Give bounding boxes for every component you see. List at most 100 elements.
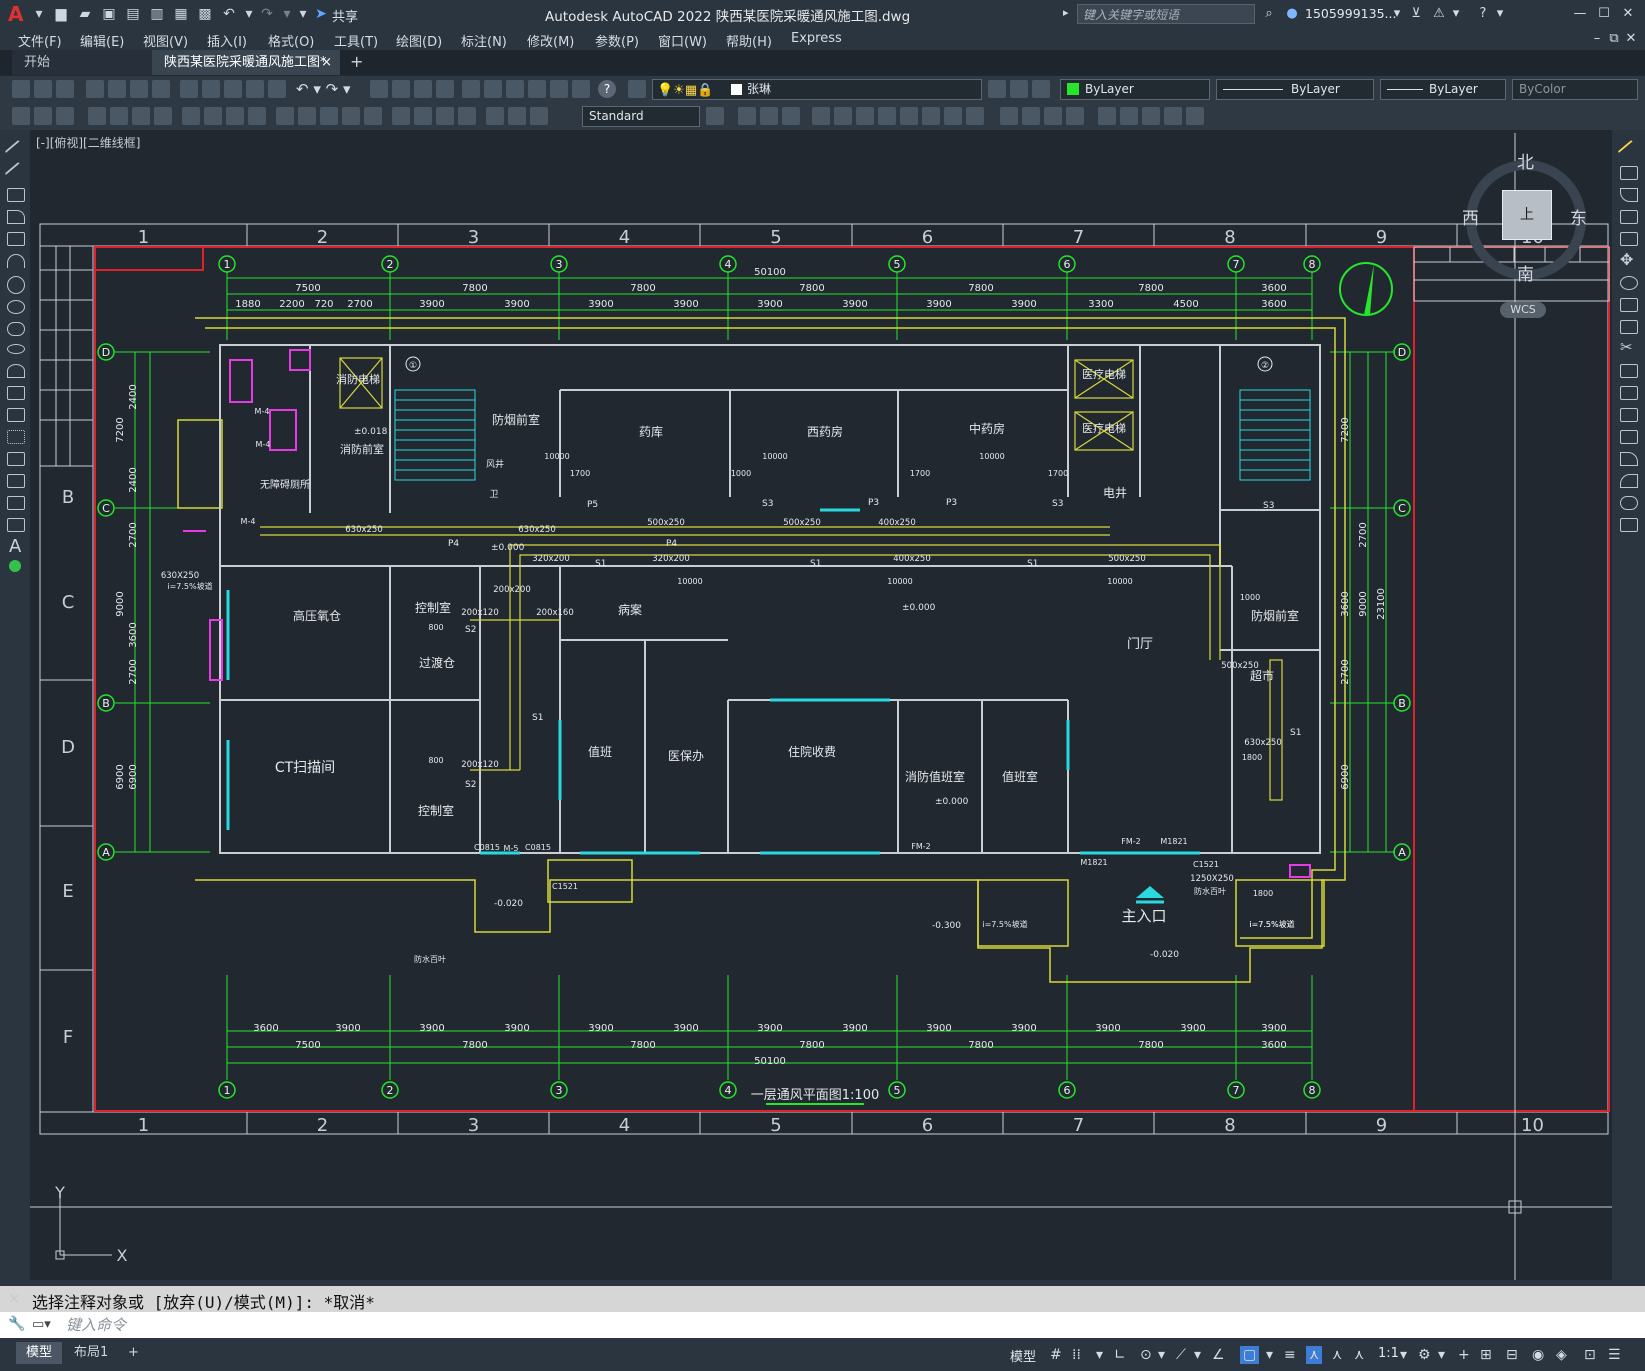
modify-mirror-icon[interactable] xyxy=(760,107,778,125)
auto-scale-icon[interactable]: ⋏ xyxy=(1332,1346,1342,1364)
gradient-icon[interactable] xyxy=(7,474,25,488)
polar-icon[interactable]: ⊙ xyxy=(1140,1346,1152,1364)
hatch-icon[interactable] xyxy=(7,452,25,466)
make-current-icon[interactable] xyxy=(988,80,1006,98)
region-icon[interactable] xyxy=(7,496,25,510)
share-drawing-icon[interactable]: ▦ xyxy=(172,5,190,23)
annotation-scale-icon[interactable]: ⋏ xyxy=(1354,1346,1364,1364)
layer-properties-icon[interactable] xyxy=(628,80,646,98)
help-toolbar-icon[interactable]: ? xyxy=(598,80,616,98)
osnap-dropdown-icon[interactable]: ▾ xyxy=(1266,1346,1273,1364)
save-toolbar-icon[interactable] xyxy=(56,80,74,98)
menu-insert[interactable]: 插入(I) xyxy=(207,31,247,50)
dim-edit-icon[interactable] xyxy=(486,107,504,125)
menu-express[interactable]: Express xyxy=(791,31,842,46)
erase-icon[interactable] xyxy=(1617,139,1641,163)
insert-block-icon[interactable] xyxy=(7,386,25,400)
search-icon[interactable]: ⌕ xyxy=(1260,5,1278,23)
scale-icon[interactable] xyxy=(1620,298,1638,312)
properties-icon[interactable] xyxy=(462,80,480,98)
rotate-icon[interactable] xyxy=(1620,276,1638,290)
move-icon[interactable]: ✥ xyxy=(1620,250,1633,269)
dim-text-edit-icon[interactable] xyxy=(508,107,526,125)
ortho-icon[interactable]: ∟ xyxy=(1114,1346,1126,1364)
plot-toolbar-icon[interactable] xyxy=(86,80,104,98)
ellipse-icon[interactable] xyxy=(7,344,25,354)
modify-stretch-icon[interactable] xyxy=(922,107,940,125)
osnap-tracking-icon[interactable]: ∠ xyxy=(1212,1346,1225,1364)
close-icon[interactable]: ✕ xyxy=(1620,5,1636,23)
table-icon[interactable] xyxy=(7,518,25,532)
wcs-menu[interactable]: WCS xyxy=(1500,302,1546,318)
save-as-icon[interactable]: ▤ xyxy=(124,5,142,23)
layer-dropdown[interactable]: 💡☀▦🔒 张琳 xyxy=(652,79,982,100)
sheetset-icon[interactable] xyxy=(528,80,546,98)
workspace-dropdown-icon[interactable]: ▾ xyxy=(1438,1346,1445,1364)
trim-icon[interactable]: ✂ xyxy=(1620,338,1633,356)
undo-toolbar-icon[interactable]: ↶ ▾ ↷ ▾ xyxy=(296,80,351,98)
help-dropdown-icon[interactable]: ▾ xyxy=(1494,5,1506,23)
tab-add-layout[interactable]: + xyxy=(118,1342,149,1364)
quickcalc-icon[interactable] xyxy=(572,80,590,98)
share-icon[interactable]: ➤ xyxy=(312,5,330,23)
tab-close-icon[interactable]: × xyxy=(321,50,332,75)
diameter-dim-icon[interactable] xyxy=(226,107,244,125)
annotation-visibility-icon[interactable]: ⋏ xyxy=(1306,1346,1323,1364)
radius-dim-icon[interactable] xyxy=(182,107,200,125)
lineweight-dropdown[interactable]: ByLayer xyxy=(1380,79,1506,100)
polyline-icon[interactable] xyxy=(7,188,25,202)
dim-style-dropdown[interactable]: Standard xyxy=(582,106,700,127)
linear-dim-icon[interactable] xyxy=(88,107,106,125)
ordinate-dim-icon[interactable] xyxy=(154,107,172,125)
modify-fillet-icon[interactable] xyxy=(1066,107,1084,125)
units-icon[interactable]: ⊞ xyxy=(1480,1346,1492,1364)
chamfer-icon[interactable] xyxy=(1620,452,1638,466)
draw-order-icon[interactable] xyxy=(12,107,30,125)
viewcube-east[interactable]: 东 xyxy=(1570,204,1587,229)
viewcube-west[interactable]: 西 xyxy=(1462,204,1479,229)
zoom-realtime-icon[interactable] xyxy=(392,80,410,98)
join-icon[interactable] xyxy=(1620,430,1638,444)
menu-parametric[interactable]: 参数(P) xyxy=(595,31,639,50)
autocad-logo-icon[interactable]: A xyxy=(8,3,28,25)
isolate-objects-icon[interactable]: ◉ xyxy=(1532,1346,1544,1364)
doc-restore-icon[interactable]: ⧉ xyxy=(1607,30,1621,48)
construction-line-icon[interactable] xyxy=(4,161,28,185)
viewcube-south[interactable]: 南 xyxy=(1517,260,1534,285)
tool-palettes-icon[interactable] xyxy=(506,80,524,98)
menu-edit[interactable]: 编辑(E) xyxy=(80,31,124,50)
customize-toolbar-icon[interactable]: ▾ xyxy=(294,5,312,23)
viewcube-top-face[interactable]: 上 xyxy=(1502,190,1552,240)
maximize-icon[interactable]: ☐ xyxy=(1596,5,1612,23)
menu-draw[interactable]: 绘图(D) xyxy=(396,31,442,50)
modify-move-icon[interactable] xyxy=(834,107,852,125)
publish-web-icon[interactable]: ▥ xyxy=(148,5,166,23)
customization-menu-icon[interactable]: ☰ xyxy=(1608,1346,1621,1364)
web-icon[interactable] xyxy=(152,80,170,98)
layer-previous-icon[interactable] xyxy=(1010,80,1028,98)
modify-lengthen-icon[interactable] xyxy=(1120,107,1138,125)
center-mark-icon[interactable] xyxy=(414,107,432,125)
modify-join-icon[interactable] xyxy=(1022,107,1040,125)
layer-iso-icon[interactable] xyxy=(56,107,74,125)
quick-dim-icon[interactable] xyxy=(276,107,294,125)
snap-dropdown-icon[interactable]: ▾ xyxy=(1096,1346,1103,1364)
layer-walk-icon[interactable] xyxy=(34,107,52,125)
copy-palette-icon[interactable] xyxy=(1620,166,1638,180)
search-input[interactable]: 键入关键字或短语 xyxy=(1077,4,1255,24)
viewcube[interactable]: 上 北 南 东 西 WCS xyxy=(1462,153,1587,318)
blend-curves-icon[interactable] xyxy=(1620,496,1638,510)
tab-model[interactable]: 模型 xyxy=(16,1342,63,1364)
workspace-gear-icon[interactable]: ⚙ xyxy=(1418,1346,1431,1364)
zoom-window-icon[interactable] xyxy=(414,80,432,98)
annotation-scale-value[interactable]: 1:1 xyxy=(1378,1346,1399,1361)
polar-dropdown-icon[interactable]: ▾ xyxy=(1158,1346,1165,1364)
plotstyle-dropdown[interactable]: ByColor xyxy=(1512,79,1638,100)
scale-dropdown-icon[interactable]: ▾ xyxy=(1400,1346,1407,1364)
menu-window[interactable]: 窗口(W) xyxy=(658,31,707,50)
a360-dropdown-icon[interactable]: ▾ xyxy=(1450,5,1462,23)
dim-space-icon[interactable] xyxy=(342,107,360,125)
jogged-linear-icon[interactable] xyxy=(458,107,476,125)
open-file-icon[interactable]: ▰ xyxy=(76,5,94,23)
user-account[interactable]: 1505999135... xyxy=(1305,6,1396,21)
